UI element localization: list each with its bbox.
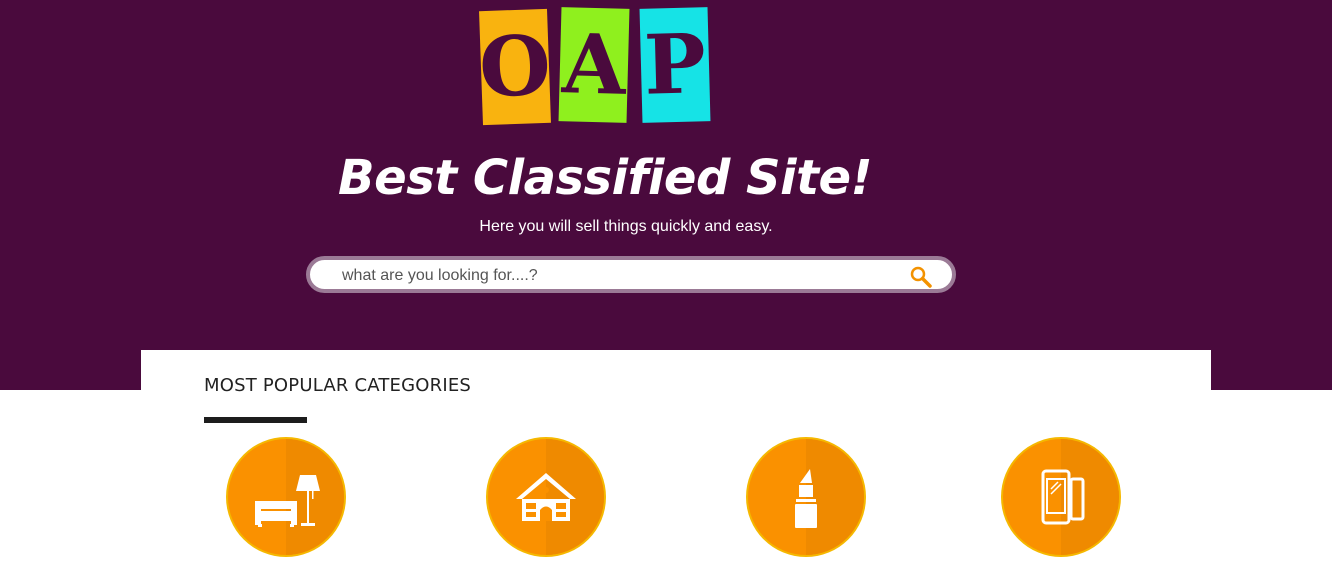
site-logo[interactable]: O A P <box>478 7 713 126</box>
category-furniture[interactable] <box>228 439 344 555</box>
logo-tile-p: P <box>639 7 711 123</box>
logo-tile-o: O <box>478 8 552 126</box>
search-bar <box>306 256 956 293</box>
logo-tile-a: A <box>558 7 630 123</box>
house-icon <box>516 473 576 521</box>
phones-icon <box>1041 469 1085 525</box>
category-electronics[interactable] <box>1003 439 1119 555</box>
hero-subline: Here you will sell things quickly and ea… <box>479 218 773 235</box>
categories-title: MOST POPULAR CATEGORIES <box>204 375 472 396</box>
lipstick-icon <box>795 469 817 528</box>
search-input[interactable] <box>340 264 904 288</box>
hero-headline: Best Classified Site! <box>338 150 872 206</box>
category-beauty[interactable] <box>748 439 864 555</box>
search-icon[interactable] <box>910 266 932 288</box>
title-underline <box>204 417 307 423</box>
category-real-estate[interactable] <box>488 439 604 555</box>
furniture-icon <box>255 475 320 527</box>
